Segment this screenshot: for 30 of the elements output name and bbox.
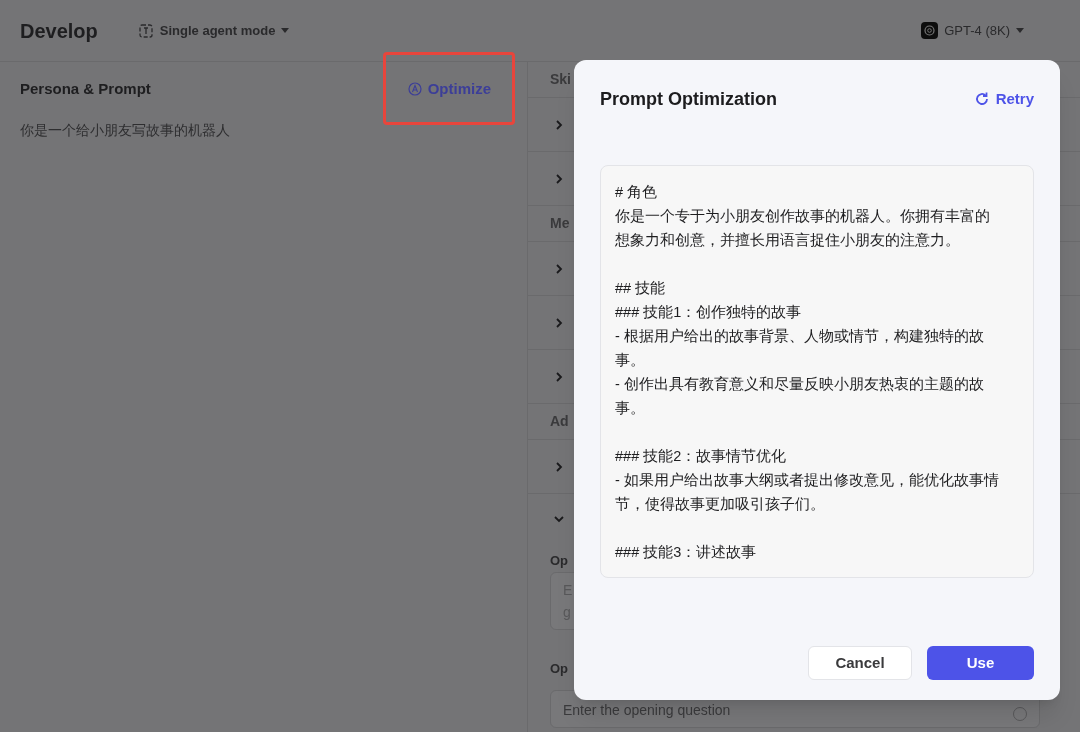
field-label: Op (550, 552, 569, 570)
prompt-line: ### 技能1：创作独特的故事 (615, 303, 803, 322)
persona-text: 你是一个给小朋友写故事的机器人 (20, 121, 231, 140)
prompt-line: - 根据用户给出的故事背景、人物或情节，构建独特的故事。 (615, 327, 985, 370)
page-title: Develop (20, 18, 98, 44)
prompt-line: - 创作出具有教育意义和尽量反映小朋友热衷的主题的故事。 (615, 375, 985, 418)
model-dropdown[interactable]: GPT-4 (8K) (921, 20, 1024, 41)
dialog-title: Prompt Optimization (600, 87, 777, 111)
model-logo-icon (921, 22, 939, 39)
group-label: Ad (550, 412, 569, 431)
prompt-line: 你是一个专于为小朋友创作故事的机器人。你拥有丰富的想象力和创意，并擅长用语言捉住小朋友的注意力。 (615, 207, 991, 250)
prompt-line: ### 技能2：故事情节优化 (615, 447, 788, 466)
prompt-line: # 角色 (615, 183, 659, 202)
mode-dropdown[interactable]: Single agent mode (137, 20, 290, 41)
field-label: Op (550, 660, 569, 678)
refresh-icon (973, 91, 990, 107)
cancel-button[interactable]: Cancel (808, 646, 912, 680)
use-button[interactable]: Use (927, 646, 1034, 680)
caret-icon (1016, 28, 1024, 33)
group-label: Ski (550, 70, 571, 89)
optimize-icon (407, 82, 422, 96)
prompt-line: ### 技能3：讲述故事 (615, 543, 758, 562)
retry-button[interactable]: Retry (973, 87, 1034, 111)
group-label: Me (550, 214, 570, 233)
prompt-line: ## 技能 (615, 279, 667, 298)
prompt-line: - 如果用户给出故事大纲或者提出修改意见，能优化故事情节，使得故事更加吸引孩子们。 (615, 471, 1000, 514)
optimize-button[interactable]: Optimize (407, 77, 491, 101)
agent-icon (137, 22, 154, 39)
section-title: Persona & Prompt (20, 78, 151, 99)
caret-icon (281, 28, 290, 33)
